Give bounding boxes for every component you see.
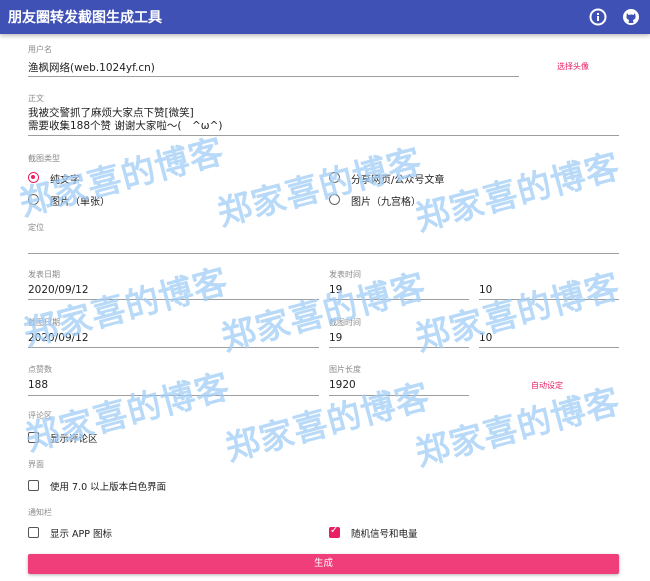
shot-date-underline: [28, 347, 319, 348]
post-date-underline: [28, 299, 319, 300]
post-minute-input[interactable]: 10: [479, 284, 492, 296]
likes-input[interactable]: 188: [28, 379, 48, 391]
app-title: 朋友圈转发截图生成工具: [8, 10, 162, 26]
radio-text-only[interactable]: [28, 172, 39, 183]
watermark-text: 郑家喜的博客: [411, 381, 625, 475]
watermark-text: 郑家喜的博客: [411, 146, 625, 240]
radio-single-image[interactable]: [28, 194, 39, 205]
username-underline: [28, 76, 519, 77]
watermark-text: 郑家喜的博客: [221, 376, 435, 470]
likes-label: 点赞数: [28, 365, 52, 374]
img-length-underline: [329, 395, 469, 396]
radio-nine-grid[interactable]: [329, 194, 340, 205]
notify-label: 通知栏: [28, 508, 52, 517]
content-underline: [28, 135, 619, 136]
shot-date-label: 截图日期: [28, 318, 60, 327]
username-input[interactable]: 渔枫网络(web.1024yf.cn): [28, 60, 155, 75]
shot-time-label: 截图时间: [329, 318, 361, 327]
post-hour-underline: [329, 299, 469, 300]
shot-minute-underline: [479, 347, 619, 348]
white-ui-checkbox[interactable]: [28, 480, 39, 491]
signal-checkbox[interactable]: [329, 525, 340, 538]
watermark-text: 郑家喜的博客: [411, 266, 625, 360]
white-ui-checkbox-label[interactable]: 使用 7.0 以上版本白色界面: [50, 479, 166, 493]
post-hour-input[interactable]: 19: [329, 284, 342, 296]
radio-share-article[interactable]: [329, 172, 340, 183]
comments-checkbox-label[interactable]: 显示评论区: [50, 431, 98, 445]
option-nine-grid[interactable]: 图片（九宫格）: [351, 193, 421, 208]
app-icon-checkbox[interactable]: [28, 527, 39, 538]
shot-hour-input[interactable]: 19: [329, 332, 342, 344]
likes-underline: [28, 395, 319, 396]
option-single-image[interactable]: 图片（单张）: [50, 193, 110, 208]
option-share-article[interactable]: 分享网页/公众号文章: [351, 171, 444, 186]
content-line-1: 我被交警抓了麻烦大家点下赞[微笑]: [28, 107, 194, 119]
generate-button[interactable]: 生成: [28, 554, 619, 574]
post-minute-underline: [479, 299, 619, 300]
select-avatar-button[interactable]: 选择头像: [557, 61, 589, 72]
comments-checkbox[interactable]: [28, 432, 39, 443]
username-label: 用户名: [28, 45, 52, 54]
comments-label: 评论区: [28, 411, 52, 420]
shot-hour-underline: [329, 347, 469, 348]
watermark-text: 郑家喜的博客: [15, 131, 229, 225]
content-label: 正文: [28, 94, 44, 103]
watermark-text: 郑家喜的博客: [217, 266, 431, 360]
img-length-label: 图片长度: [329, 365, 361, 374]
ui-label: 界面: [28, 460, 44, 469]
shot-date-input[interactable]: 2020/09/12: [28, 332, 89, 344]
content-textarea[interactable]: 我被交警抓了麻烦大家点下赞[微笑] 需要收集188个赞 谢谢大家啦～( ^ω^): [28, 107, 619, 133]
shot-minute-input[interactable]: 10: [479, 332, 492, 344]
type-label: 截图类型: [28, 154, 60, 163]
github-icon[interactable]: [621, 7, 641, 27]
post-date-label: 发表日期: [28, 270, 60, 279]
post-time-label: 发表时间: [329, 270, 361, 279]
post-date-input[interactable]: 2020/09/12: [28, 284, 89, 296]
info-icon[interactable]: [588, 7, 608, 27]
location-label: 定位: [28, 223, 44, 232]
signal-checkbox-label[interactable]: 随机信号和电量: [351, 526, 418, 540]
content-line-2: 需要收集188个赞 谢谢大家啦～( ^ω^): [28, 120, 223, 132]
location-underline: [28, 253, 619, 254]
img-length-input[interactable]: 1920: [329, 379, 356, 391]
auto-set-button[interactable]: 自动设定: [531, 380, 563, 391]
option-text-only[interactable]: 纯文字: [50, 171, 80, 186]
app-icon-checkbox-label[interactable]: 显示 APP 图标: [50, 526, 112, 540]
app-bar: 朋友圈转发截图生成工具: [0, 0, 650, 34]
